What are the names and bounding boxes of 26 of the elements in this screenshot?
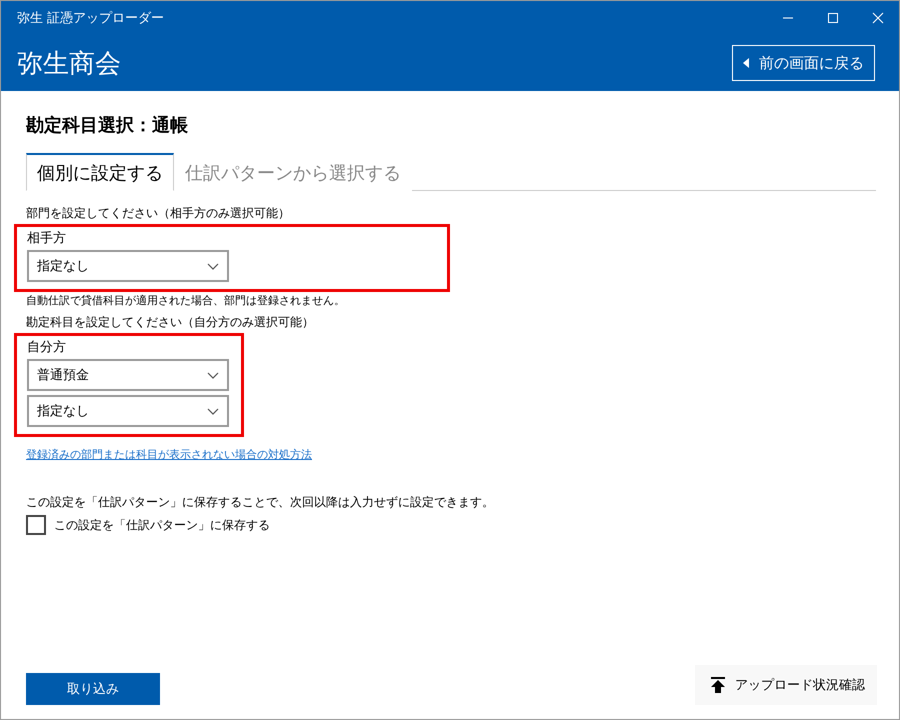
close-icon[interactable] [872, 12, 884, 24]
window-title: 弥生 証憑アップローダー [17, 10, 164, 27]
company-name: 弥生商会 [17, 48, 121, 80]
dropdown[interactable]: 普通預金 [27, 359, 229, 391]
chevron-down-icon [207, 408, 219, 414]
dropdown[interactable]: 指定なし [27, 250, 229, 282]
upload-icon [711, 677, 725, 693]
note-text: 自動仕訳で貸借科目が適用された場合、部門は登録されません。 [26, 293, 346, 308]
checkbox-label: この設定を「仕訳パターン」に保存する [54, 516, 270, 534]
checkbox[interactable] [26, 515, 46, 535]
instruction-text: 勘定科目を設定してください（自分方のみ選択可能） [26, 314, 315, 331]
maximize-icon[interactable] [827, 12, 839, 24]
import-button[interactable]: 取り込み [26, 673, 160, 705]
chevron-down-icon [207, 372, 219, 378]
dropdown[interactable]: 指定なし [27, 395, 229, 427]
back-button[interactable]: 前の画面に戻る [732, 45, 875, 81]
group-label: 自分方 [27, 339, 67, 356]
caret-left-icon [743, 58, 749, 68]
instruction-text: 部門を設定してください（相手方のみ選択可能） [26, 205, 291, 222]
tab[interactable]: 個別に設定する [26, 153, 174, 191]
upload-status-button[interactable]: アップロード状況確認 [695, 665, 877, 705]
page-heading: 勘定科目選択：通帳 [26, 114, 189, 137]
group-label: 相手方 [27, 230, 67, 247]
chevron-down-icon [207, 262, 219, 270]
help-link[interactable]: 登録済みの部門または科目が表示されない場合の対処方法 [26, 448, 312, 461]
save-info-text: この設定を「仕訳パターン」に保存することで、次回以降は入力せずに設定できます。 [26, 494, 495, 511]
